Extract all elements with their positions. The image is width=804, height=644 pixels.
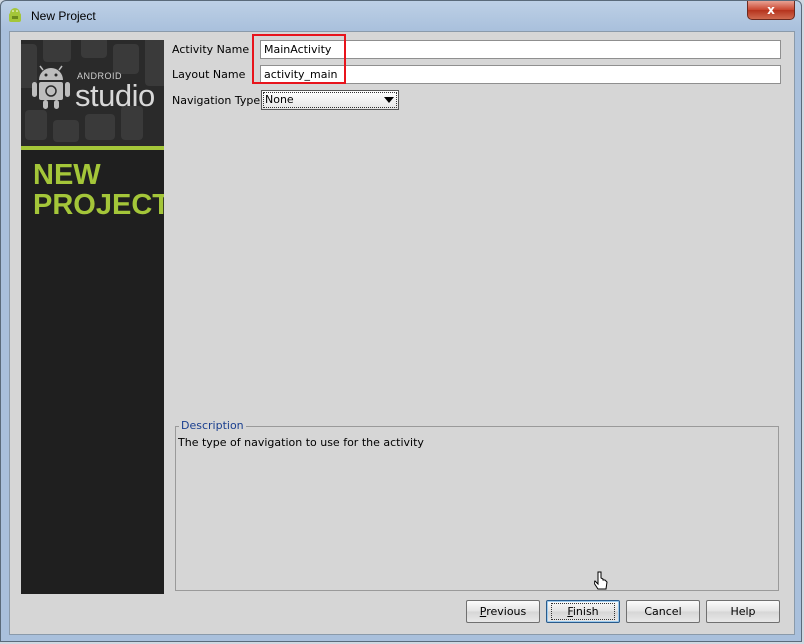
chevron-down-icon[interactable] bbox=[384, 97, 394, 103]
logo-studio-text: studio bbox=[75, 78, 155, 113]
android-studio-banner: ANDROID studio NEW PROJECT bbox=[21, 40, 164, 594]
cancel-label: Cancel bbox=[644, 605, 682, 618]
headline-line-2: PROJECT bbox=[33, 189, 164, 221]
help-label: Help bbox=[730, 605, 756, 618]
android-robot-icon bbox=[32, 65, 70, 109]
title-bar[interactable]: New Project x bbox=[1, 1, 801, 31]
description-legend: Description bbox=[179, 419, 246, 432]
android-studio-icon bbox=[9, 8, 21, 22]
dialog-body: ANDROID studio NEW PROJECT Activity Name… bbox=[9, 31, 795, 635]
navigation-type-label: Navigation Type bbox=[172, 94, 261, 107]
highlight-annotation bbox=[252, 34, 346, 84]
layout-name-label: Layout Name bbox=[172, 68, 246, 81]
mouse-pointer-icon bbox=[594, 571, 608, 590]
activity-name-label: Activity Name bbox=[172, 43, 250, 56]
navigation-type-value: None bbox=[265, 93, 294, 106]
close-button[interactable]: x bbox=[747, 1, 795, 20]
help-button[interactable]: Help bbox=[706, 600, 780, 623]
new-project-window: New Project x ANDROID studio NEW PROJECT… bbox=[0, 0, 802, 642]
finish-focus-ring: Finish bbox=[551, 603, 615, 620]
finish-label: inish bbox=[572, 605, 599, 618]
previous-label: revious bbox=[486, 605, 527, 618]
description-panel: Description The type of navigation to us… bbox=[175, 419, 779, 591]
previous-button[interactable]: Previous bbox=[466, 600, 540, 623]
close-icon: x bbox=[767, 3, 775, 17]
navigation-type-select[interactable]: None bbox=[261, 90, 399, 110]
window-title: New Project bbox=[31, 9, 96, 23]
cancel-button[interactable]: Cancel bbox=[626, 600, 700, 623]
banner-headline: NEW PROJECT bbox=[33, 160, 164, 220]
accent-divider bbox=[21, 146, 164, 150]
finish-button[interactable]: Finish bbox=[546, 600, 620, 623]
headline-line-1: NEW bbox=[33, 159, 101, 191]
description-text: The type of navigation to use for the ac… bbox=[178, 436, 424, 449]
